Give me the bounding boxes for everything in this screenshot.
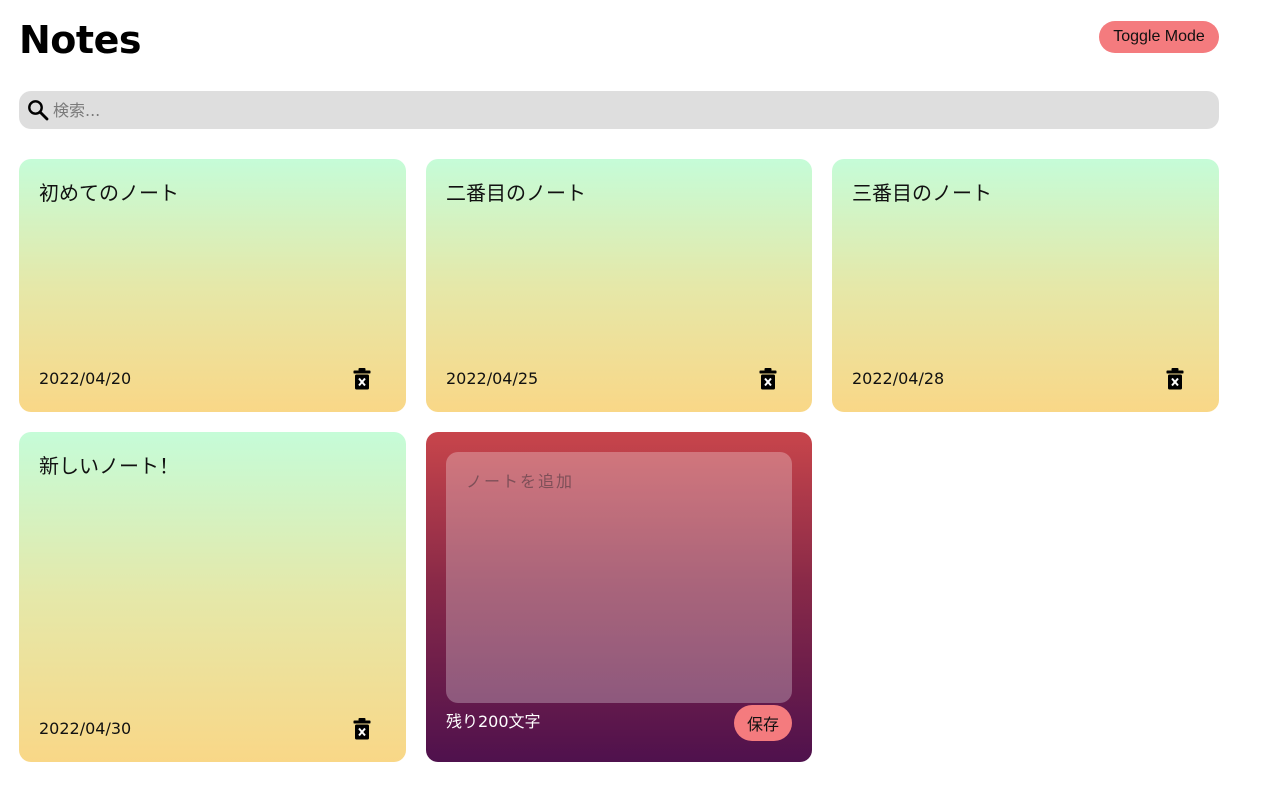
- note-card: 二番目のノート 2022/04/25: [426, 159, 812, 412]
- note-date: 2022/04/30: [39, 719, 132, 738]
- note-footer: 2022/04/25: [446, 367, 792, 391]
- toggle-mode-button[interactable]: Toggle Mode: [1099, 21, 1219, 53]
- new-note-textarea[interactable]: [446, 452, 792, 703]
- search-input[interactable]: [53, 91, 1203, 129]
- new-note-card: 残り200文字 保存: [426, 432, 812, 762]
- note-footer: 2022/04/30: [39, 717, 386, 741]
- search-icon: [27, 99, 49, 121]
- note-text: 新しいノート！: [39, 454, 179, 478]
- notes-list: 初めてのノート 2022/04/20 二番目のノート 2022/04/25 三番…: [19, 159, 1219, 762]
- delete-icon[interactable]: [758, 367, 778, 391]
- save-button[interactable]: 保存: [734, 705, 792, 741]
- notes-app: Notes Toggle Mode 初めてのノート 2022/04/20: [0, 0, 1263, 800]
- delete-icon[interactable]: [352, 367, 372, 391]
- note-card: 初めてのノート 2022/04/20: [19, 159, 406, 412]
- page-title: Notes: [19, 18, 141, 62]
- note-date: 2022/04/28: [852, 369, 945, 388]
- note-card: 新しいノート！ 2022/04/30: [19, 432, 406, 762]
- note-footer: 2022/04/28: [852, 367, 1199, 391]
- delete-icon[interactable]: [1165, 367, 1185, 391]
- note-text: 三番目のノート: [852, 181, 992, 205]
- search-bar: [19, 91, 1219, 129]
- header: Notes Toggle Mode: [19, 14, 1219, 66]
- note-card: 三番目のノート 2022/04/28: [832, 159, 1219, 412]
- note-date: 2022/04/25: [446, 369, 539, 388]
- remaining-characters: 残り200文字: [446, 712, 541, 731]
- note-text: 二番目のノート: [446, 181, 586, 205]
- note-text: 初めてのノート: [39, 181, 179, 205]
- note-date: 2022/04/20: [39, 369, 132, 388]
- note-footer: 2022/04/20: [39, 367, 386, 391]
- delete-icon[interactable]: [352, 717, 372, 741]
